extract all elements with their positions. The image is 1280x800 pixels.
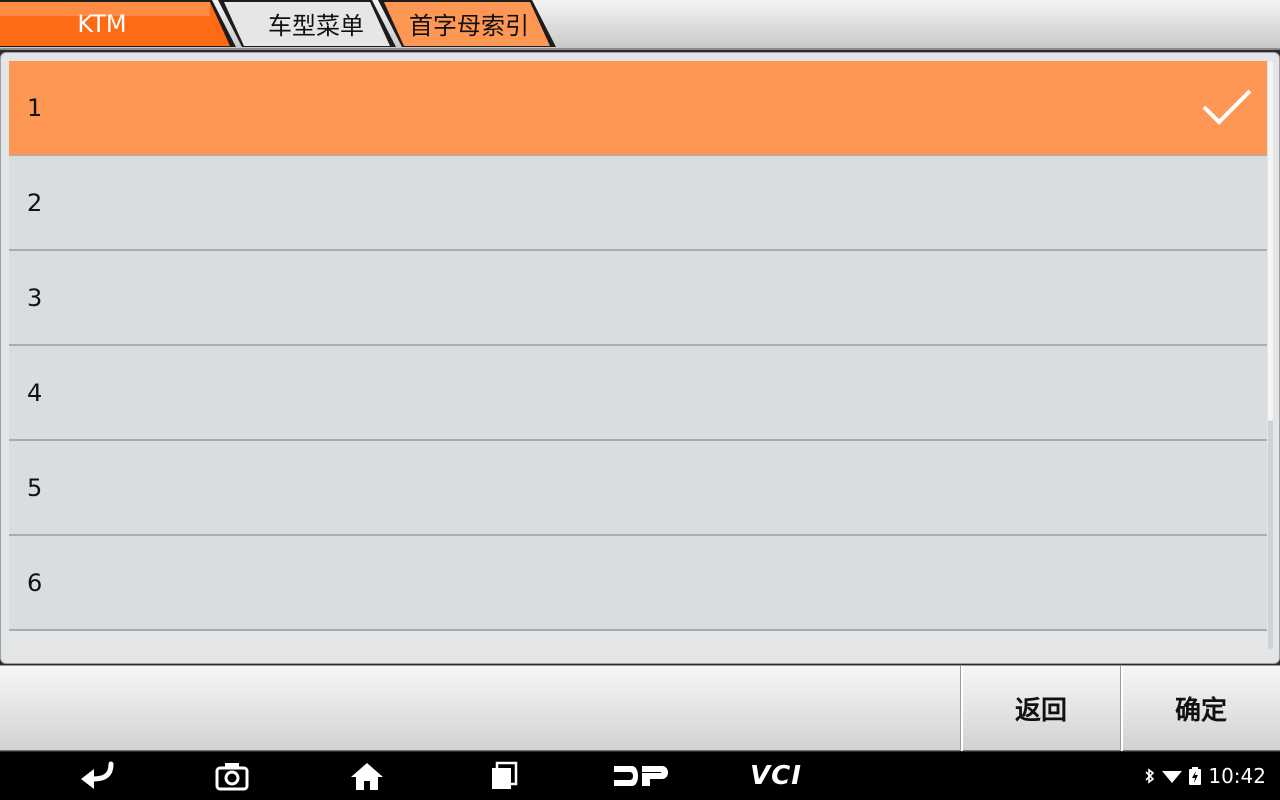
status-area: 10:42 — [1145, 752, 1266, 800]
back-arrow-icon[interactable] — [75, 756, 119, 796]
breadcrumb-brand[interactable]: KTM — [0, 0, 240, 47]
status-clock: 10:42 — [1208, 764, 1266, 788]
scrollbar-thumb[interactable] — [1268, 61, 1273, 421]
list-item-label: 1 — [27, 93, 43, 122]
list-item-label: 6 — [27, 568, 43, 597]
list-item-label: 4 — [27, 378, 43, 407]
dp-logo-icon[interactable] — [608, 756, 672, 796]
breadcrumb-menu-label: 车型菜单 — [268, 12, 364, 40]
list-item-label: 3 — [27, 283, 43, 312]
wifi-icon — [1162, 771, 1183, 783]
battery-charging-icon — [1189, 767, 1202, 785]
confirm-button[interactable]: 确定 — [1121, 666, 1279, 751]
vci-icon[interactable]: VCI — [740, 756, 812, 796]
letter-list: 1 2 3 4 5 6 — [9, 61, 1267, 631]
action-bar: 返回 确定 — [0, 665, 1280, 751]
breadcrumb-brand-label: KTM — [77, 9, 127, 38]
vci-label: VCI — [750, 761, 802, 791]
list-item[interactable]: 5 — [9, 441, 1267, 536]
breadcrumb: KTM 车型菜单 首字母索引 — [0, 0, 1280, 50]
checkmark-icon — [1202, 89, 1252, 125]
list-panel: 1 2 3 4 5 6 — [0, 52, 1280, 664]
list-item-label: 2 — [27, 188, 43, 217]
list-item[interactable]: 1 — [9, 61, 1267, 156]
list-item[interactable]: 3 — [9, 251, 1267, 346]
system-nav-bar: VCI 10:42 — [0, 752, 1280, 800]
back-button[interactable]: 返回 — [961, 666, 1119, 751]
breadcrumb-index-label: 首字母索引 — [409, 12, 529, 40]
list-item-label: 5 — [27, 473, 43, 502]
breadcrumb-index[interactable]: 首字母索引 — [372, 0, 562, 47]
list-item[interactable]: 4 — [9, 346, 1267, 441]
home-icon[interactable] — [345, 756, 389, 796]
list-item[interactable]: 2 — [9, 156, 1267, 251]
scrollbar[interactable] — [1268, 61, 1273, 649]
recent-apps-icon[interactable] — [482, 756, 526, 796]
camera-icon[interactable] — [210, 756, 254, 796]
bluetooth-icon — [1145, 768, 1155, 784]
list-item[interactable]: 6 — [9, 536, 1267, 631]
